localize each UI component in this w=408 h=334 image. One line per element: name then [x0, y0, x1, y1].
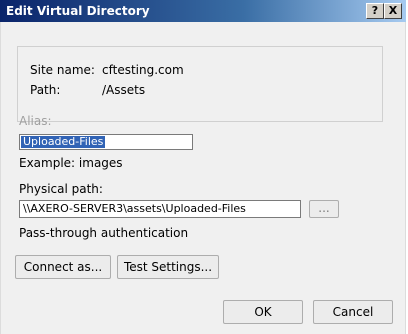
connect-as-button[interactable]: Connect as... — [15, 255, 111, 279]
cancel-button[interactable]: Cancel — [313, 300, 393, 324]
dialog-body: Site name: cftesting.com Path: /Assets A… — [0, 22, 406, 334]
site-name-value: cftesting.com — [102, 63, 184, 77]
alias-selected-text: Uploaded-Files — [21, 135, 106, 148]
pass-through-label: Pass-through authentication — [19, 226, 189, 240]
path-value: /Assets — [102, 83, 146, 97]
alias-input[interactable]: Uploaded-Files — [19, 134, 193, 150]
site-info-box: Site name: cftesting.com Path: /Assets — [17, 46, 383, 122]
close-button[interactable]: X — [384, 3, 402, 19]
physical-path-label: Physical path: — [19, 182, 103, 196]
physical-path-input[interactable]: \\AXERO-SERVER3\assets\Uploaded-Files — [19, 200, 301, 218]
ok-button[interactable]: OK — [223, 300, 303, 324]
window-title: Edit Virtual Directory — [6, 4, 150, 18]
path-label: Path: — [30, 83, 61, 97]
alias-example: Example: images — [19, 156, 123, 170]
browse-button[interactable]: ... — [309, 200, 339, 218]
site-name-label: Site name: — [30, 63, 95, 77]
alias-label: Alias: — [19, 114, 52, 128]
help-button[interactable]: ? — [366, 3, 384, 19]
title-bar: Edit Virtual Directory ? X — [0, 0, 406, 22]
test-settings-button[interactable]: Test Settings... — [117, 255, 219, 279]
